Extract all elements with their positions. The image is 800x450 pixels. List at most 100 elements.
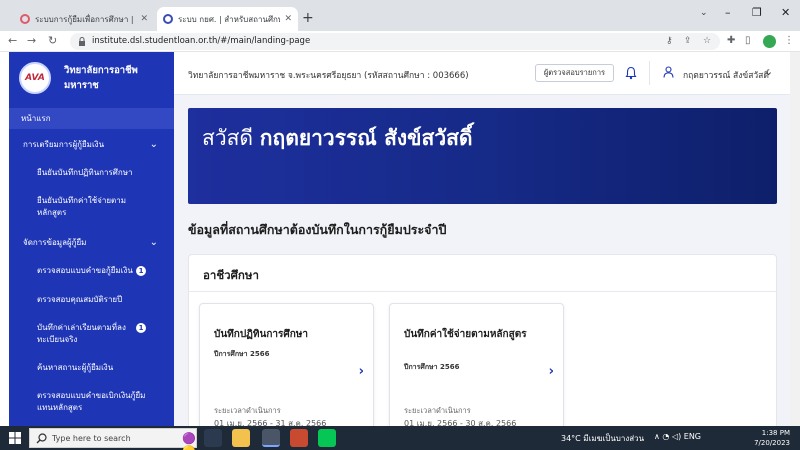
browser-tab-strip: ระบบการกู้ยืมเพื่อการศึกษา | กองทุนเงินใ… (0, 0, 800, 31)
card-period-label: ระยะเวลาดำเนินการ (404, 406, 471, 415)
bookmark-star-icon[interactable]: ☆ (703, 36, 711, 46)
tray-up-icon[interactable]: ∧ (654, 432, 660, 441)
windows-start-icon[interactable] (9, 432, 21, 444)
chrome-icon[interactable] (262, 429, 280, 447)
lock-icon (79, 37, 85, 46)
powerpoint-icon[interactable] (290, 429, 308, 447)
vocational-panel: อาชีวศึกษา บันทึกปฏิทินการศึกษา ปีการศึก… (188, 254, 777, 426)
card-period: 01 เม.ย. 2566 - 30 ส.ค. 2566 (404, 419, 517, 426)
taskbar-search-input[interactable]: Type here to search 🟣🟡🟠 (29, 428, 197, 450)
chevron-right-icon[interactable]: › (549, 364, 554, 379)
sidepanel-icon[interactable]: ▯ (745, 35, 751, 46)
sidebar-item-confirm-calendar[interactable]: ยืนยันบันทึกปฏิทินการศึกษา (9, 167, 174, 179)
costs-card[interactable]: บันทึกค่าใช้จ่ายตามหลักสูตร ปีการศึกษา 2… (389, 303, 564, 426)
page-scrollbar[interactable] (790, 52, 800, 426)
card-subtitle: ปีการศึกษา 2566 (214, 350, 270, 358)
logo-text: AVA (25, 73, 45, 83)
sidebar-item-home[interactable]: หน้าแรก (9, 108, 174, 129)
sidebar-item-annual-check[interactable]: ตรวจสอบคุณสมบัติรายปี (9, 294, 174, 306)
divider (649, 61, 650, 85)
sidebar: AVA วิทยาลัยการอาชีพ มหาราช หน้าแรก การเ… (9, 52, 174, 426)
taskbar: Type here to search 🟣🟡🟠 34°C มีเมฆเป็นบา… (0, 426, 800, 450)
search-highlight-icon: 🟣🟡🟠 (182, 432, 196, 450)
extensions-icon[interactable]: ✚ (727, 35, 735, 46)
sidebar-item-label: ยืนยันบันทึกปฏิทินการศึกษา (37, 168, 133, 177)
sidebar-item-label: ตรวจสอบคุณสมบัติรายปี (37, 295, 123, 304)
sidebar-group-manage-borrowers[interactable]: จัดการข้อมูลผู้กู้ยืม ⌄ (9, 237, 174, 249)
sidebar-item-label: การเตรียมการผู้กู้ยืมเงิน (23, 140, 105, 149)
sidebar-item-label: ตรวจสอบแบบคำขอเบิกเงินกู้ยืมแทนหลักสูตร (37, 391, 146, 412)
url-text: institute.dsl.studentloan.or.th/#/main/l… (92, 36, 311, 46)
chevron-right-icon[interactable]: › (359, 364, 364, 379)
notification-badge: 1 (136, 266, 146, 276)
welcome-banner: สวัสดี กฤตยาวรรณ์ สังข์สวัสดิ์ (188, 108, 777, 204)
sidebar-item-record-tuition[interactable]: บันทึกค่าเล่าเรียนตามที่ลงทะเบียนจริง 1 (9, 322, 174, 346)
sidebar-group-borrower-prep[interactable]: การเตรียมการผู้กู้ยืมเงิน ⌄ (9, 139, 174, 151)
search-placeholder: Type here to search (52, 434, 131, 443)
browser-tab-inactive[interactable]: ระบบการกู้ยืมเพื่อการศึกษา | กองทุนเงินใ… (14, 7, 154, 31)
welcome-greeting: สวัสดี กฤตยาวรรณ์ สังข์สวัสดิ์ (202, 122, 473, 155)
sidebar-item-search-status[interactable]: ค้นหาสถานะผู้กู้ยืมเงิน (9, 362, 174, 374)
verifier-button[interactable]: ผู้ตรวจสอบรายการ (535, 64, 614, 82)
browser-tab-active[interactable]: ระบบ กยศ. | สำหรับสถานศึกษา ✕ (157, 7, 298, 31)
bell-icon[interactable] (625, 66, 637, 80)
back-arrow-icon[interactable]: ← (8, 35, 17, 47)
clock[interactable]: 1:38 PM 7/20/2023 (750, 428, 790, 448)
sidebar-brand[interactable]: AVA วิทยาลัยการอาชีพ มหาราช (9, 52, 174, 102)
sidebar-item-label: ตรวจสอบแบบคำขอกู้ยืมเงิน (37, 266, 133, 275)
sidebar-item-check-loan-requests[interactable]: ตรวจสอบแบบคำขอกู้ยืมเงิน 1 (9, 265, 174, 277)
card-title: บันทึกค่าใช้จ่ายตามหลักสูตร (404, 329, 527, 340)
school-info: วิทยาลัยการอาชีพมหาราช จ.พระนครศรีอยุธยา… (188, 71, 469, 81)
reload-icon[interactable]: ↻ (48, 35, 57, 47)
browser-menu-icon[interactable]: ⋮ (784, 35, 794, 46)
brand-name: วิทยาลัยการอาชีพ มหาราช (64, 65, 138, 91)
college-logo: AVA (19, 62, 51, 94)
line-app-icon[interactable] (318, 429, 336, 447)
divider (189, 291, 776, 292)
user-icon (663, 66, 674, 78)
sidebar-item-check-withdrawal[interactable]: ตรวจสอบแบบคำขอเบิกเงินกู้ยืมแทนหลักสูตร (9, 390, 174, 414)
tab-favicon-icon (20, 14, 30, 24)
browser-toolbar: ← → ↻ institute.dsl.studentloan.or.th/#/… (0, 31, 800, 52)
tab-title: ระบบการกู้ยืมเพื่อการศึกษา | กองทุนเงินใ… (35, 14, 136, 24)
user-menu[interactable]: กฤตยาวรรณ์ สังข์สวัสดิ์ (683, 68, 769, 82)
card-period: 01 เม.ย. 2566 - 31 ส.ค. 2566 (214, 419, 327, 426)
tab-close-icon[interactable]: ✕ (140, 14, 148, 24)
tab-title: ระบบ กยศ. | สำหรับสถานศึกษา (178, 14, 281, 24)
restore-button[interactable]: ❐ (752, 6, 762, 19)
section-heading: ข้อมูลที่สถานศึกษาต้องบันทึกในการกู้ยืมป… (188, 222, 447, 237)
tab-search-chevron-icon[interactable]: ⌄ (700, 8, 708, 18)
key-icon[interactable]: ⚷ (666, 36, 673, 46)
panel-title: อาชีวศึกษา (203, 268, 259, 282)
language-indicator[interactable]: ENG (684, 432, 701, 441)
card-subtitle: ปีการศึกษา 2566 (404, 363, 460, 371)
top-bar: วิทยาลัยการอาชีพมหาราช จ.พระนครศรีอยุธยา… (174, 52, 790, 95)
notification-badge: 1 (136, 323, 146, 333)
calendar-card[interactable]: บันทึกปฏิทินการศึกษา ปีการศึกษา 2566 › ร… (199, 303, 374, 426)
volume-icon[interactable]: ◁) (672, 432, 681, 441)
main-content: วิทยาลัยการอาชีพมหาราช จ.พระนครศรีอยุธยา… (174, 52, 790, 426)
wifi-icon[interactable]: ◔ (662, 432, 669, 441)
chevron-up-icon: ⌄ (149, 237, 158, 248)
close-window-button[interactable]: ✕ (781, 6, 790, 19)
clock-date: 7/20/2023 (754, 439, 790, 447)
sidebar-item-confirm-costs[interactable]: ยืนยันบันทึกค่าใช้จ่ายตามหลักสูตร (9, 195, 174, 219)
share-icon[interactable]: ⇪ (684, 36, 692, 46)
sidebar-item-label: ยืนยันบันทึกค่าใช้จ่ายตามหลักสูตร (37, 196, 126, 217)
system-tray[interactable]: ∧ ◔ ◁) ENG (654, 432, 701, 441)
greeting-word: สวัสดี (202, 126, 254, 150)
forward-arrow-icon[interactable]: → (27, 35, 36, 47)
new-tab-button[interactable]: + (302, 11, 314, 25)
greeting-name: กฤตยาวรรณ์ สังข์สวัสดิ์ (259, 126, 473, 150)
task-view-icon[interactable] (204, 429, 222, 447)
sidebar-item-label: บันทึกค่าเล่าเรียนตามที่ลงทะเบียนจริง (37, 323, 126, 344)
profile-avatar-icon[interactable] (763, 35, 776, 48)
file-explorer-icon[interactable] (232, 429, 250, 447)
chevron-up-icon: ⌄ (149, 139, 158, 150)
chevron-down-icon[interactable]: ⌄ (764, 65, 773, 78)
tab-close-icon[interactable]: ✕ (284, 14, 292, 24)
minimize-button[interactable]: – (725, 6, 731, 19)
sidebar-item-label: หน้าแรก (21, 114, 51, 123)
address-bar[interactable]: institute.dsl.studentloan.or.th/#/main/l… (70, 33, 720, 50)
weather-widget[interactable]: 34°C มีเมฆเป็นบางส่วน (561, 432, 644, 445)
